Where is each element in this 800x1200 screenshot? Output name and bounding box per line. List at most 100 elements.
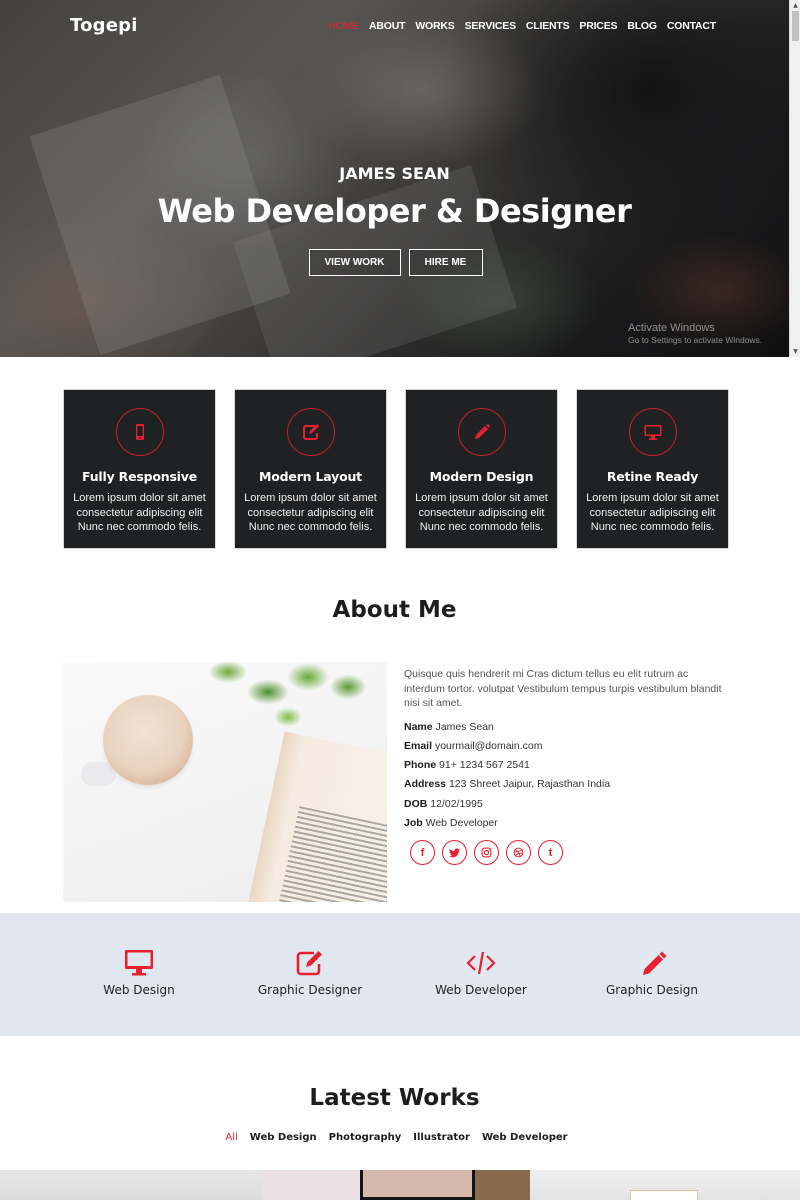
info-value: 91+ 1234 567 2541 (439, 759, 530, 772)
feature-card: Fully Responsive Lorem ipsum dolor sit a… (63, 389, 216, 549)
edit-icon (302, 424, 319, 440)
pencil-icon (643, 951, 667, 975)
hire-me-button[interactable]: HIRE ME (408, 249, 483, 276)
code-icon (466, 951, 496, 975)
feature-icon-circle (457, 408, 506, 456)
hero-buttons: VIEW WORK HIRE ME (0, 249, 789, 276)
nav-item-prices[interactable]: PRICES (579, 20, 617, 32)
watermark-title: Activate Windows (628, 322, 715, 334)
hero-section: Togepi HOME ABOUT WORKS SERVICES CLIENTS… (0, 0, 789, 357)
works-section-title: Latest Works (309, 1085, 480, 1111)
info-value: Web Developer (425, 816, 498, 829)
work-thumbnail[interactable] (530, 1170, 800, 1200)
info-row-name: Name James Sean (404, 721, 724, 740)
feature-text: Lorem ipsum dolor sit amet consectetur ad… (73, 492, 206, 533)
main-nav: HOME ABOUT WORKS SERVICES CLIENTS PRICES… (328, 20, 716, 32)
service-item: Web Design (64, 949, 214, 997)
info-value: 12/02/1995 (430, 797, 483, 810)
service-label: Graphic Designer (257, 983, 363, 997)
scrollbar-thumb[interactable] (792, 11, 799, 41)
feature-card: Modern Layout Lorem ipsum dolor sit amet… (234, 389, 387, 549)
info-row-email: Email yourmail@domain.com (404, 740, 724, 759)
feature-text: Lorem ipsum dolor sit amet consectetur ad… (586, 492, 719, 533)
feature-icon-circle (286, 408, 335, 456)
service-label: Web Design (103, 983, 175, 997)
info-label: Address (404, 778, 447, 791)
nav-item-works[interactable]: WORKS (415, 20, 454, 32)
info-row-dob: DOB 12/02/1995 (404, 798, 724, 817)
photo-book (245, 731, 387, 902)
scroll-up-arrow-icon[interactable]: ▲ (790, 0, 800, 11)
social-links: f t (410, 840, 724, 866)
feature-icon-circle (628, 408, 677, 456)
desktop-icon (125, 950, 153, 976)
info-label: Name (404, 720, 433, 733)
info-value: yourmail@domain.com (434, 739, 543, 752)
info-label: Email (404, 739, 433, 752)
nav-item-blog[interactable]: BLOG (627, 20, 657, 32)
hero-subtitle: JAMES SEAN (339, 164, 450, 183)
windows-activation-watermark: Activate Windows Go to Settings to activ… (628, 322, 762, 345)
service-label: Web Developer (435, 983, 527, 997)
work-thumbnail[interactable] (0, 1170, 262, 1200)
info-row-job: Job Web Developer (404, 817, 724, 836)
works-gallery (0, 1170, 800, 1200)
instagram-icon[interactable] (474, 840, 499, 866)
view-work-button[interactable]: VIEW WORK (308, 249, 401, 276)
features-section: Fully Responsive Lorem ipsum dolor sit a… (63, 389, 729, 549)
watermark-subtitle: Go to Settings to activate Windows. (628, 335, 763, 345)
desktop-icon (644, 425, 661, 440)
feature-card: Modern Design Lorem ipsum dolor sit amet… (405, 389, 558, 549)
info-label: DOB (404, 797, 428, 810)
about-photo (63, 662, 387, 902)
service-label: Graphic Design (606, 983, 698, 997)
about-details: Quisque quis hendrerit mi Cras dictum te… (404, 667, 724, 866)
filter-tab-photography[interactable]: Photography (329, 1132, 402, 1143)
twitter-icon[interactable] (442, 840, 467, 866)
feature-text: Lorem ipsum dolor sit amet consectetur ad… (415, 492, 548, 533)
hero-title: Web Developer & Designer (157, 192, 632, 230)
feature-text: Lorem ipsum dolor sit amet consectetur ad… (244, 492, 377, 533)
nav-item-services[interactable]: SERVICES (465, 20, 517, 32)
work-thumbnail[interactable] (262, 1170, 530, 1200)
info-label: Job (404, 816, 423, 829)
feature-title: Modern Design (429, 469, 534, 484)
brand-logo[interactable]: Togepi (70, 15, 138, 36)
nav-item-home[interactable]: HOME (328, 20, 359, 32)
info-value: James Sean (435, 720, 494, 733)
works-filter-tabs: All Web Design Photography Illustrator W… (0, 1132, 789, 1143)
service-item: Graphic Design (577, 949, 727, 997)
service-item: Graphic Designer (235, 949, 385, 997)
feature-card: Retine Ready Lorem ipsum dolor sit amet c… (576, 389, 729, 549)
nav-item-about[interactable]: ABOUT (369, 20, 406, 32)
feature-title: Modern Layout (259, 469, 362, 484)
service-item: Web Developer (406, 949, 556, 997)
filter-tab-web-design[interactable]: Web Design (250, 1132, 317, 1143)
pencil-icon (474, 424, 490, 439)
tumblr-icon[interactable]: t (538, 840, 563, 866)
filter-tab-all[interactable]: All (225, 1132, 237, 1143)
about-info-list: Name James Sean Email yourmail@domain.co… (404, 721, 724, 837)
about-intro: Quisque quis hendrerit mi Cras dictum te… (404, 668, 722, 709)
edit-icon (296, 951, 322, 976)
services-band: Web Design Graphic Designer Web Develope… (0, 913, 800, 1036)
feature-title: Retine Ready (606, 469, 699, 484)
filter-tab-web-developer[interactable]: Web Developer (482, 1132, 568, 1143)
about-section-title: About Me (332, 597, 457, 623)
photo-plant (188, 662, 378, 732)
photo-coffee-cup (103, 695, 193, 785)
facebook-icon[interactable]: f (410, 840, 435, 866)
nav-item-clients[interactable]: CLIENTS (526, 20, 570, 32)
filter-tab-illustrator[interactable]: Illustrator (413, 1132, 470, 1143)
info-row-phone: Phone 91+ 1234 567 2541 (404, 759, 724, 778)
scroll-down-arrow-icon[interactable]: ▼ (790, 346, 800, 357)
page-scrollbar[interactable]: ▲ ▼ (789, 0, 800, 357)
feature-icon-circle (115, 408, 164, 456)
feature-title: Fully Responsive (81, 469, 197, 484)
dribbble-icon[interactable] (506, 840, 531, 866)
info-row-address: Address 123 Shreet Jaipur, Rajasthan Ind… (404, 778, 724, 797)
info-value: 123 Shreet Jaipur, Rajasthan India (448, 778, 611, 791)
nav-item-contact[interactable]: CONTACT (667, 20, 716, 32)
mobile-icon (135, 424, 144, 440)
info-label: Phone (404, 759, 437, 772)
